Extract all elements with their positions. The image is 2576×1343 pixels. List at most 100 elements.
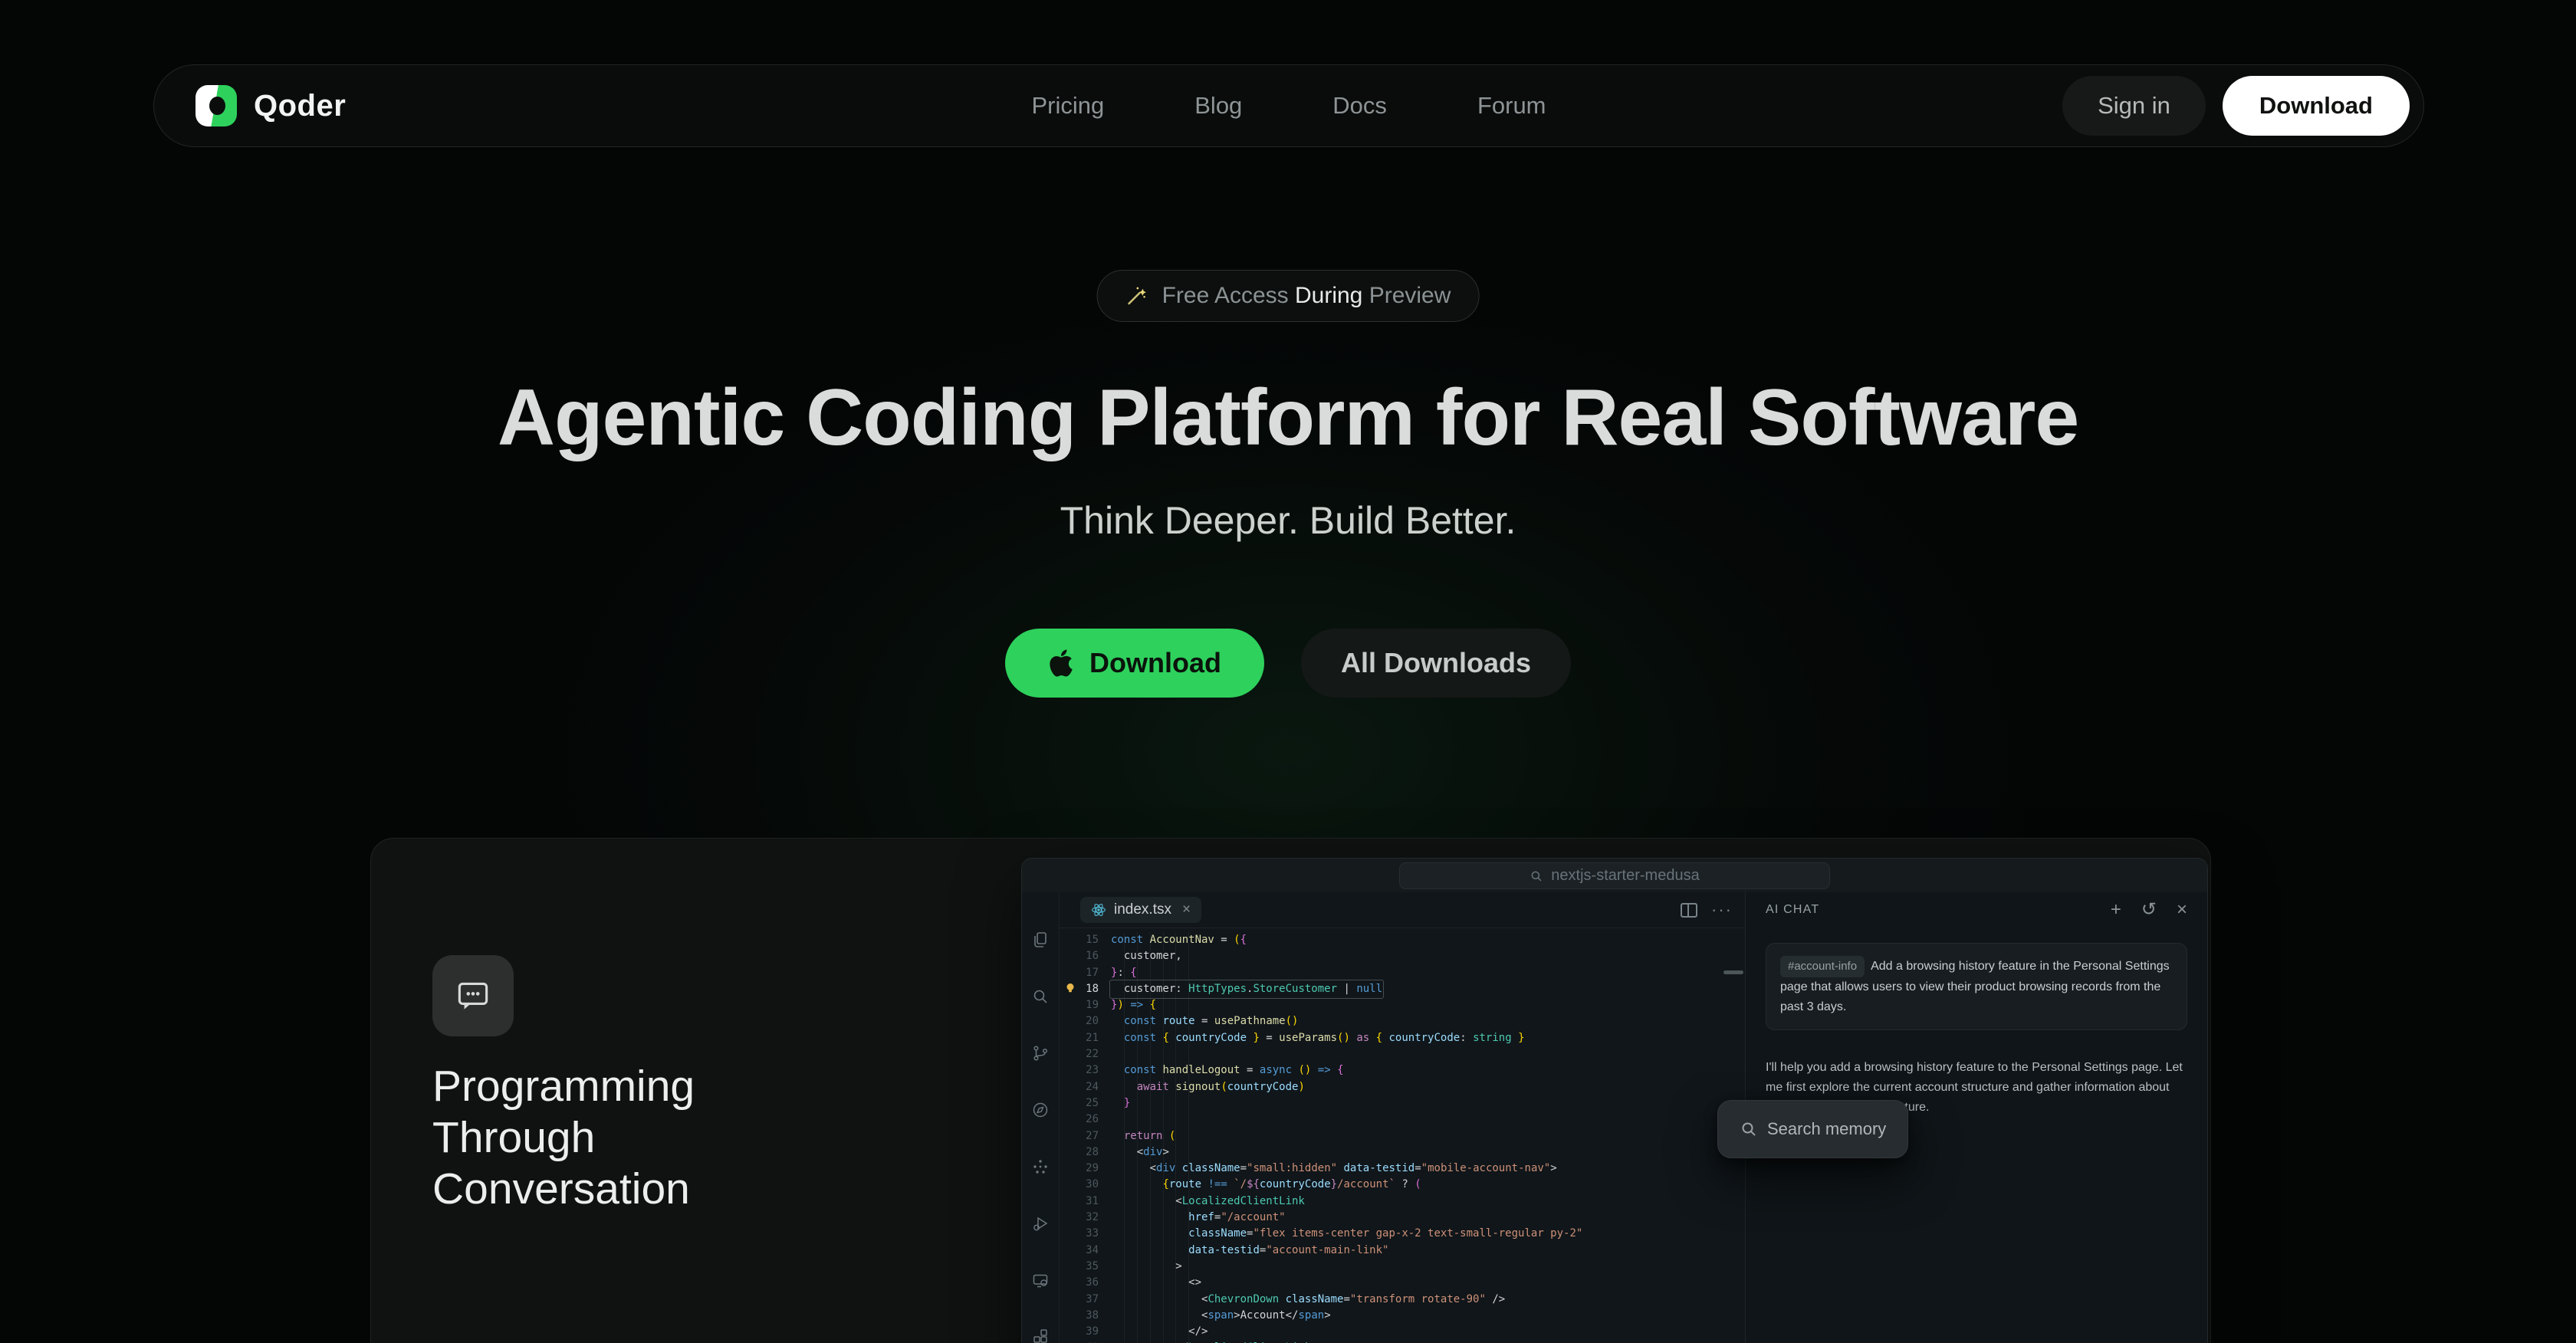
nav-link-blog[interactable]: Blog: [1194, 92, 1242, 120]
badge-text: Free Access During Preview: [1162, 283, 1451, 309]
line-number: 33: [1059, 1226, 1111, 1242]
tab-bar: index.tsx × ···: [1059, 892, 1745, 928]
line-number: 37: [1059, 1292, 1111, 1308]
code-line: 40 </LocalizedClientLink>: [1059, 1340, 1745, 1343]
project-search-box[interactable]: nextjs-starter-medusa: [1399, 862, 1830, 889]
ai-agents-icon[interactable]: [1031, 1157, 1050, 1176]
code-line: 35 >: [1059, 1259, 1745, 1275]
debug-icon[interactable]: [1031, 1214, 1050, 1233]
nav-link-pricing[interactable]: Pricing: [1031, 92, 1104, 120]
line-number: 28: [1059, 1144, 1111, 1161]
context-chip: #account-info: [1780, 956, 1865, 977]
page-subtitle: Think Deeper. Build Better.: [0, 498, 2576, 543]
preview-badge: Free Access During Preview: [1097, 270, 1480, 322]
code-line: 36 <>: [1059, 1275, 1745, 1291]
line-number: 29: [1059, 1161, 1111, 1177]
nav-link-forum[interactable]: Forum: [1477, 92, 1546, 120]
history-icon[interactable]: ↺: [2141, 901, 2157, 919]
search-icon[interactable]: [1031, 987, 1050, 1006]
remote-explorer-icon[interactable]: [1031, 1271, 1050, 1289]
code-line: 17}: {: [1059, 965, 1745, 981]
line-number: 32: [1059, 1210, 1111, 1226]
tabbar-actions: ···: [1681, 900, 1733, 920]
more-actions-icon[interactable]: ···: [1711, 900, 1733, 920]
active-line-highlight: [1109, 980, 1384, 999]
tab-close-icon[interactable]: ×: [1182, 901, 1191, 918]
code-line: 38 <span>Account</span>: [1059, 1308, 1745, 1324]
line-number: 27: [1059, 1128, 1111, 1144]
nav-link-docs[interactable]: Docs: [1332, 92, 1387, 120]
code-line: 26: [1059, 1112, 1745, 1128]
code-line: 37 <ChevronDown className="transform rot…: [1059, 1292, 1745, 1308]
line-number: 31: [1059, 1194, 1111, 1210]
line-number: 15: [1059, 932, 1111, 948]
lightbulb-icon[interactable]: [1063, 981, 1077, 995]
header-download-button[interactable]: Download: [2223, 76, 2410, 136]
explorer-files-icon[interactable]: [1031, 931, 1050, 949]
feature-card: Programming Through Conversation nextjs-…: [370, 838, 2211, 1343]
feature-icon-tile: [432, 955, 514, 1036]
code-line: 30 {route !== `/${countryCode}/account` …: [1059, 1177, 1745, 1193]
brand[interactable]: Qoder: [196, 85, 346, 126]
line-number: 17: [1059, 965, 1111, 981]
code-line: 23 const handleLogout = async () => {: [1059, 1062, 1745, 1079]
code-line: 16 customer,: [1059, 948, 1745, 964]
editor-window: nextjs-starter-medusa index.tsx × ···: [1021, 858, 2208, 1343]
tab-index-tsx[interactable]: index.tsx ×: [1080, 897, 1201, 923]
react-icon: [1091, 902, 1106, 918]
split-editor-icon[interactable]: [1681, 903, 1697, 918]
top-navbar: Qoder Pricing Blog Docs Forum Sign in Downl…: [153, 64, 2424, 147]
line-number: 16: [1059, 948, 1111, 964]
line-number: 20: [1059, 1013, 1111, 1029]
line-number: 40: [1059, 1340, 1111, 1343]
download-mac-button[interactable]: Download: [1005, 629, 1264, 698]
close-icon[interactable]: ×: [2177, 901, 2187, 919]
code-line: 31 <LocalizedClientLink: [1059, 1194, 1745, 1210]
search-icon: [1740, 1120, 1758, 1138]
sign-in-button[interactable]: Sign in: [2062, 76, 2206, 136]
search-icon: [1530, 869, 1543, 883]
code-line: 19}) => {: [1059, 997, 1745, 1013]
cta-row: Download All Downloads: [1005, 629, 1571, 698]
line-number: 23: [1059, 1062, 1111, 1079]
line-number: 26: [1059, 1112, 1111, 1128]
search-memory-overlay: Search memory: [1717, 1100, 1908, 1158]
code-line: 24 await signout(countryCode): [1059, 1079, 1745, 1095]
code-line: 33 className="flex items-center gap-x-2 …: [1059, 1226, 1745, 1242]
line-number: 38: [1059, 1308, 1111, 1324]
chat-bubble-icon: [452, 975, 494, 1016]
feature-heading: Programming Through Conversation: [432, 1061, 777, 1215]
chat-header-actions: + ↺ ×: [2111, 901, 2187, 919]
line-number: 35: [1059, 1259, 1111, 1275]
apple-icon: [1048, 648, 1074, 678]
code-editor[interactable]: 15const AccountNav = ({16 customer,17}: …: [1059, 928, 1745, 1343]
line-number: 39: [1059, 1324, 1111, 1340]
all-downloads-button[interactable]: All Downloads: [1301, 629, 1571, 698]
header-actions: Sign in Download: [2062, 76, 2410, 136]
page-title: Agentic Coding Platform for Real Softwar…: [0, 373, 2576, 464]
search-memory-label: Search memory: [1767, 1119, 1886, 1139]
line-number: 36: [1059, 1275, 1111, 1291]
project-name: nextjs-starter-medusa: [1551, 867, 1699, 885]
code-line: 20 const route = usePathname(): [1059, 1013, 1745, 1029]
run-navigation-icon[interactable]: [1031, 1101, 1050, 1119]
brand-name: Qoder: [254, 89, 346, 123]
chat-header: AI CHAT + ↺ ×: [1746, 892, 2207, 928]
line-number: 34: [1059, 1243, 1111, 1259]
code-line: 22: [1059, 1046, 1745, 1062]
extensions-icon[interactable]: [1031, 1328, 1050, 1343]
code-line: 34 data-testid="account-main-link": [1059, 1243, 1745, 1259]
code-line: 27 return (: [1059, 1128, 1745, 1144]
chat-title: AI CHAT: [1766, 903, 1819, 917]
code-line: 15const AccountNav = ({: [1059, 932, 1745, 948]
activity-bar: [1022, 892, 1060, 1343]
code-line: 39 </>: [1059, 1324, 1745, 1340]
scrollbar-thumb[interactable]: [1723, 970, 1743, 974]
line-number: 25: [1059, 1095, 1111, 1112]
source-control-icon[interactable]: [1031, 1044, 1050, 1062]
code-line: 32 href="/account": [1059, 1210, 1745, 1226]
new-chat-icon[interactable]: +: [2111, 901, 2121, 919]
tab-label: index.tsx: [1114, 901, 1171, 918]
line-number: 19: [1059, 997, 1111, 1013]
line-number: 30: [1059, 1177, 1111, 1193]
